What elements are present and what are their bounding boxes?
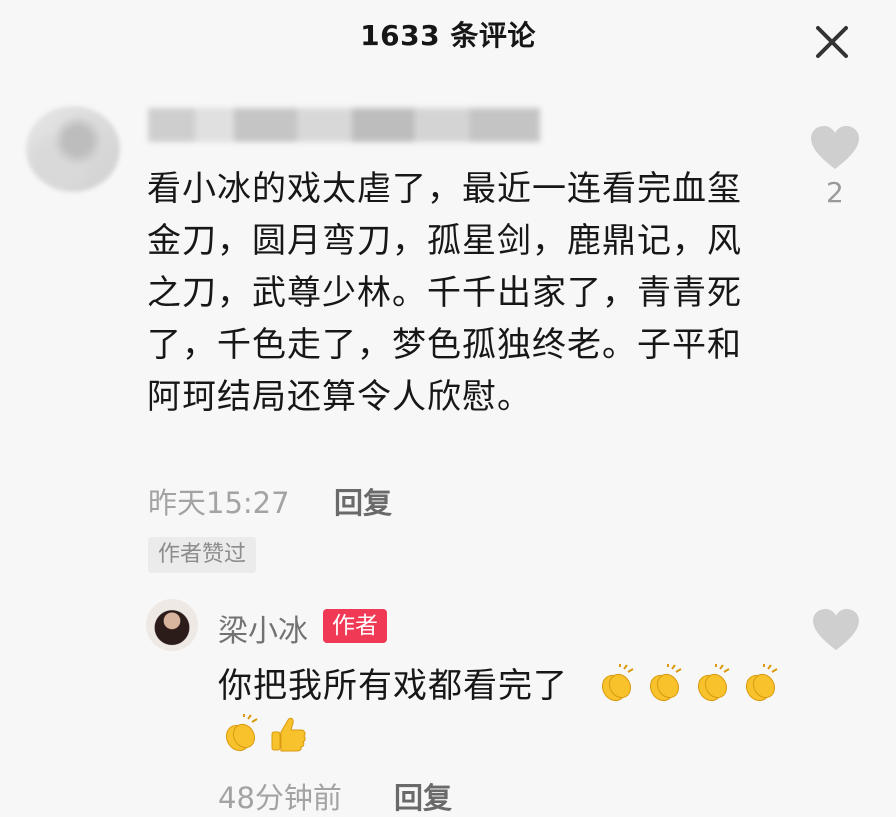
clapping-hands-emoji <box>697 664 730 702</box>
close-button[interactable] <box>812 22 852 62</box>
clapping-hands-emoji <box>745 664 778 702</box>
reply-text: 你把我所有戏都看完了 <box>218 666 568 706</box>
reply-username[interactable]: 梁小冰 <box>218 606 308 650</box>
comment-timestamp: 昨天15:27 <box>148 486 290 520</box>
comments-header-title: 1633 条评论 <box>360 19 536 52</box>
author-liked-badge: 作者赞过 <box>148 537 257 573</box>
reply-reply-button[interactable]: 回复 <box>394 775 452 817</box>
author-tag: 作者 <box>323 609 387 643</box>
emoji-row-1 <box>596 664 780 704</box>
emoji-row-2 <box>220 714 308 754</box>
commenter-username-blurred[interactable] <box>148 108 540 142</box>
heart-icon <box>811 126 859 169</box>
comment-text: 看小冰的戏太虐了，最近一连看完血玺金刀，圆月弯刀，孤星剑，鹿鼎记，风之刀，武尊少… <box>147 169 742 417</box>
reply-timestamp: 48分钟前 <box>218 781 342 815</box>
comment-like-count: 2 <box>826 176 844 209</box>
reply-like-button[interactable] <box>812 608 860 656</box>
thumbs-up-emoji <box>271 717 306 752</box>
heart-icon <box>813 608 859 651</box>
comment-reply-button[interactable]: 回复 <box>334 480 392 522</box>
close-icon <box>816 26 848 58</box>
clapping-hands-emoji <box>601 664 634 702</box>
reply-avatar[interactable] <box>146 599 198 651</box>
comment-like-button[interactable] <box>810 125 860 175</box>
clapping-hands-emoji <box>225 714 258 752</box>
clapping-hands-emoji <box>649 664 682 702</box>
commenter-avatar-blurred[interactable] <box>26 106 120 192</box>
